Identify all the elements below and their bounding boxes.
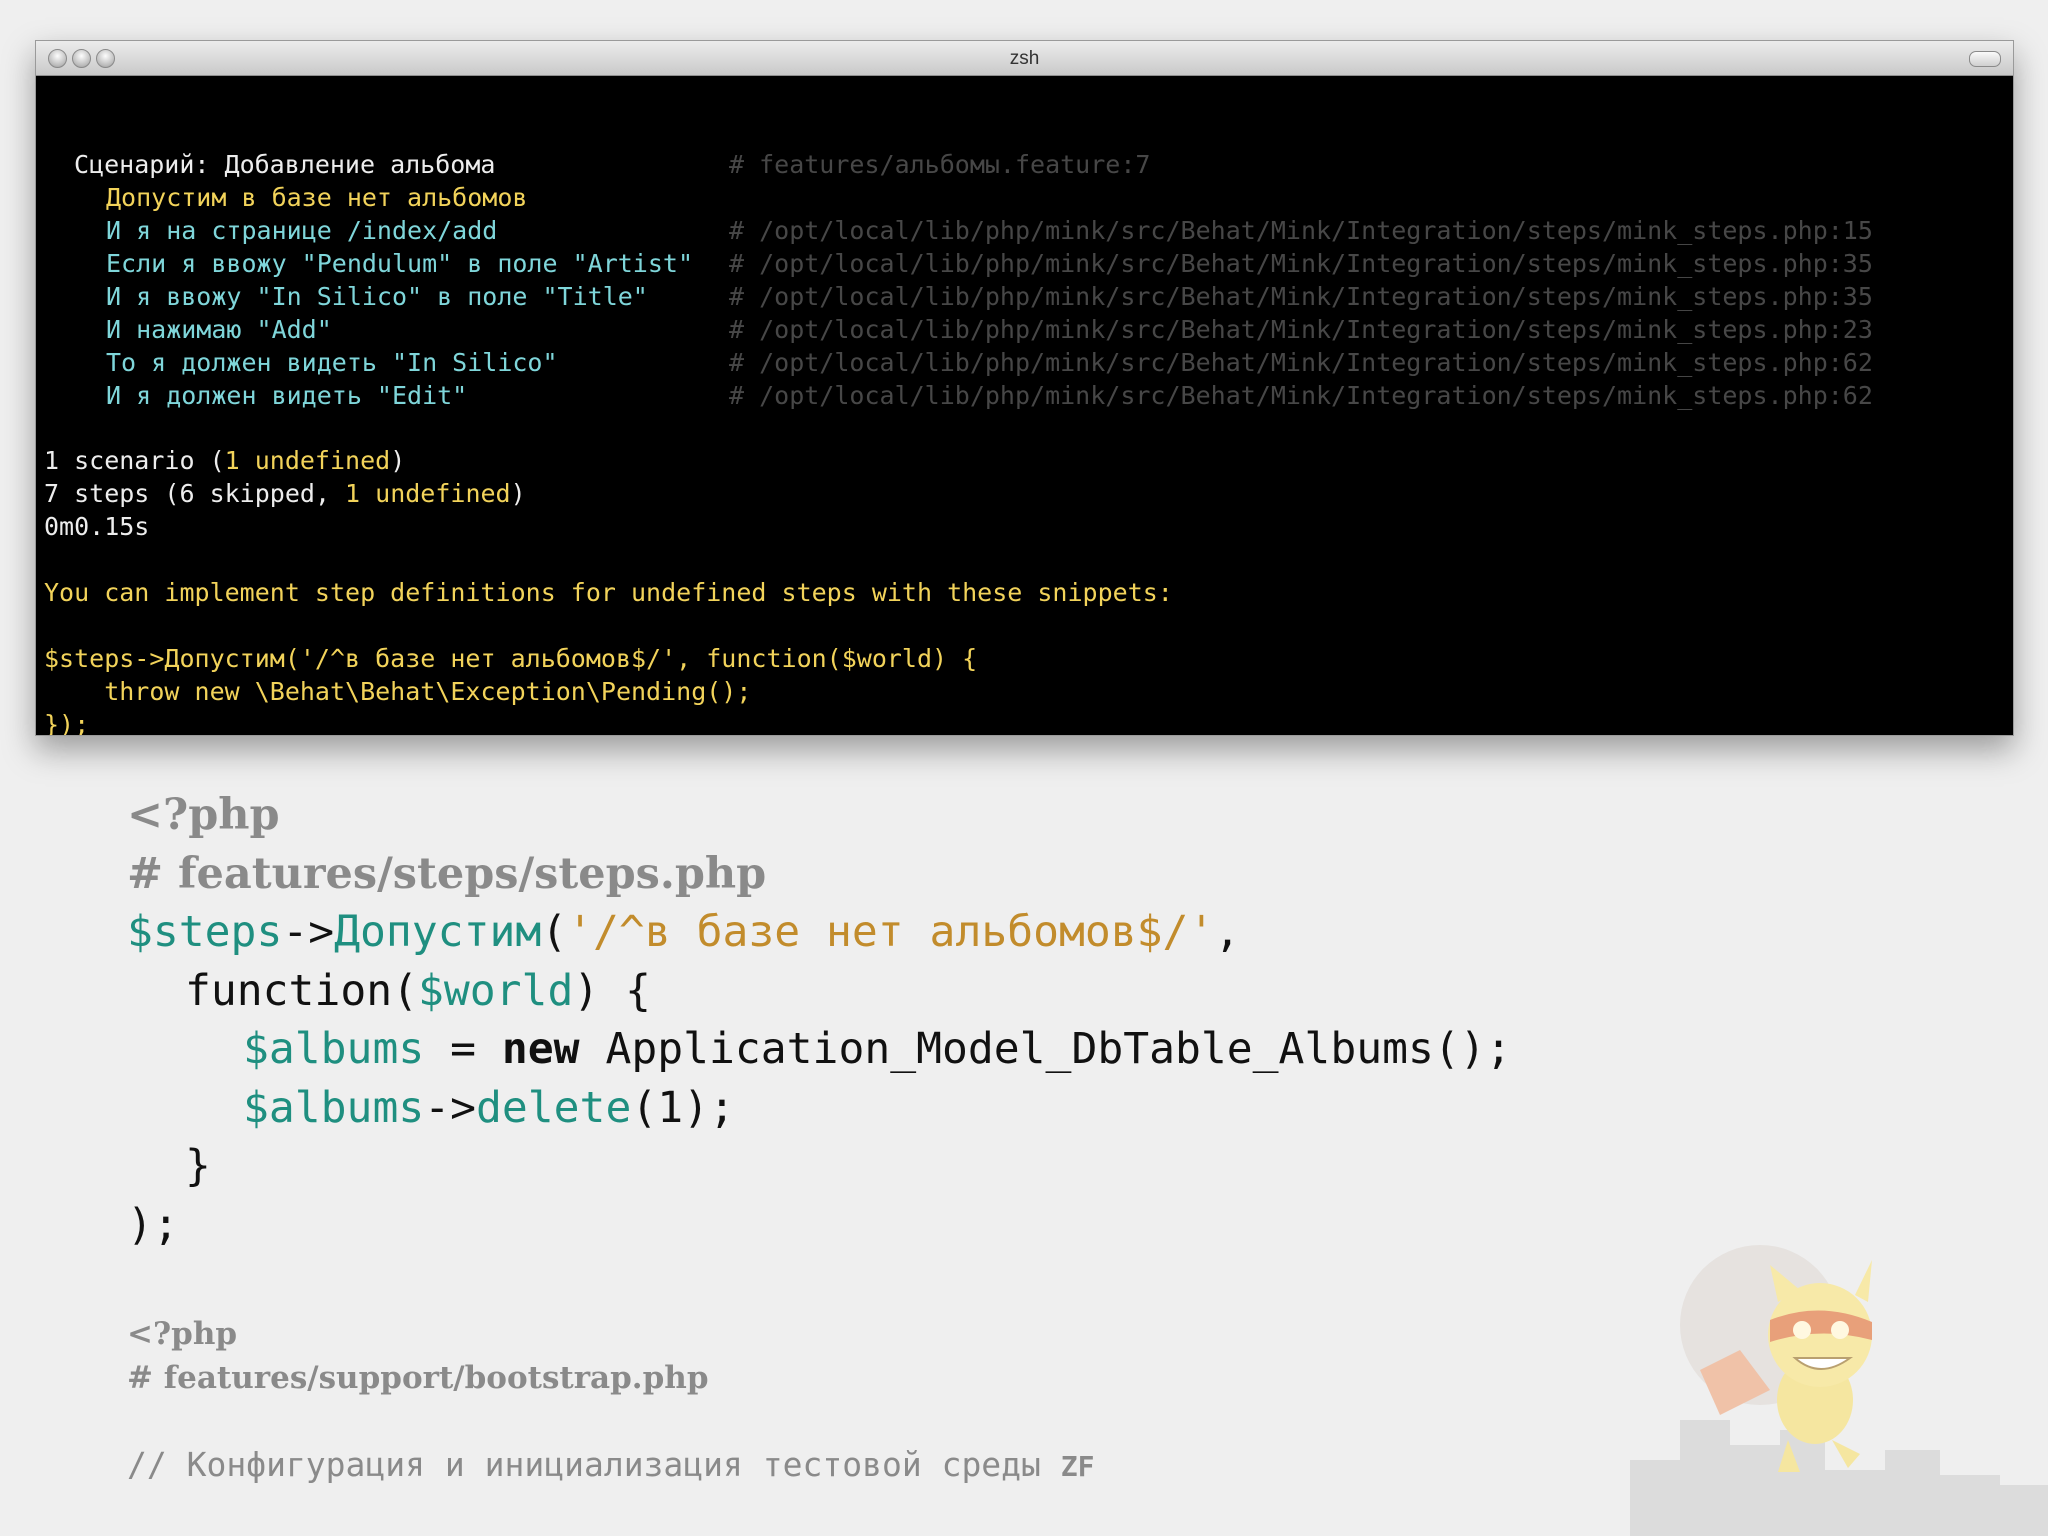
window-title: zsh: [1009, 48, 1040, 69]
code-line-albums-new: $albums = new Application_Model_DbTable_…: [243, 1024, 1512, 1074]
step-line: Если я ввожу "Pendulum" в поле "Artist": [106, 249, 693, 278]
terminal-output: Сценарий: Добавление альбома # features/…: [36, 77, 2013, 735]
step-path: # /opt/local/lib/php/mink/src/Behat/Mink…: [729, 315, 1873, 344]
steps-summary: 7 steps (6 skipped, 1 undefined): [44, 479, 526, 508]
step-line: И я на странице /index/add: [106, 216, 498, 245]
scenario-path: # features/альбомы.feature:7: [729, 150, 1151, 179]
snippet-line: throw new \Behat\Behat\Exception\Pending…: [44, 677, 752, 706]
snippet-hint: You can implement step definitions for u…: [44, 578, 1173, 607]
code-line-function: function($world) {: [185, 966, 652, 1016]
step-path: # /opt/local/lib/php/mink/src/Behat/Mink…: [729, 249, 1873, 278]
right-eye: [1831, 1321, 1849, 1339]
right-ear: [1855, 1260, 1872, 1302]
step-line: И я ввожу "In Silico" в поле "Title": [106, 282, 648, 311]
ninja-cat-illustration: [1630, 1245, 2048, 1536]
city-skyline: [1630, 1420, 2048, 1536]
php-open-tag-small: <?php: [127, 1316, 238, 1352]
step-line: И я должен видеть "Edit": [106, 381, 468, 410]
php-open-tag: <?php: [127, 790, 280, 840]
bootstrap-file-comment: # features/support/bootstrap.php: [127, 1360, 709, 1396]
code-line-close-paren: );: [127, 1200, 179, 1250]
toolbar-toggle-button[interactable]: [1969, 51, 2001, 67]
code-line-albums-delete: $albums->delete(1);: [243, 1083, 735, 1133]
left-eye: [1793, 1321, 1811, 1339]
code-line-close-brace: }: [185, 1141, 211, 1191]
step-path: # /opt/local/lib/php/mink/src/Behat/Mink…: [729, 282, 1873, 311]
scenario-line: Сценарий: Добавление альбома: [74, 150, 496, 179]
window-titlebar: zsh: [36, 41, 2013, 76]
snippet-line: $steps->Допустим('/^в базе нет альбомов$…: [44, 644, 978, 673]
step-line: То я должен видеть "In Silico": [106, 348, 558, 377]
snippet-line: });: [44, 710, 90, 736]
step-path: # /opt/local/lib/php/mink/src/Behat/Mink…: [729, 216, 1873, 245]
step-line: Допустим в базе нет альбомов: [106, 183, 528, 212]
config-comment: // Конфигурация и инициализация тестовой…: [127, 1445, 1095, 1484]
scenario-summary: 1 scenario (1 undefined): [44, 446, 406, 475]
terminal-window: zsh Сценарий: Добавление альбома # featu…: [35, 40, 2014, 736]
step-path: # /opt/local/lib/php/mink/src/Behat/Mink…: [729, 348, 1873, 377]
step-line: И нажимаю "Add": [106, 315, 332, 344]
elapsed-time: 0m0.15s: [44, 512, 150, 541]
step-path: # /opt/local/lib/php/mink/src/Behat/Mink…: [729, 381, 1873, 410]
code-line-steps-call: $steps->Допустим('/^в базе нет альбомов$…: [127, 907, 1241, 957]
file-comment: # features/steps/steps.php: [127, 849, 767, 899]
right-leg: [1832, 1440, 1860, 1468]
